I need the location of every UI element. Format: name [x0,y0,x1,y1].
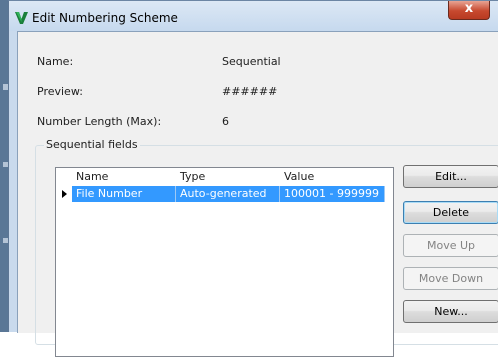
grid-header: Name Type Value [56,168,393,186]
cell-name[interactable]: File Number [72,186,176,202]
name-label: Name: [37,55,74,68]
preview-value: ###### [222,85,278,98]
sequential-fields-group-title: Sequential fields [44,138,140,151]
delete-button[interactable]: Delete [403,201,498,224]
move-down-button[interactable]: Move Down [403,267,498,290]
edit-button[interactable]: Edit... [403,165,498,188]
preview-label: Preview: [37,85,83,98]
app-icon [15,12,28,24]
new-button[interactable]: New... [403,300,498,323]
number-length-label: Number Length (Max): [37,115,162,128]
title-bar[interactable]: Edit Numbering Scheme x [9,1,498,31]
number-length-value: 6 [222,115,229,128]
cell-type[interactable]: Auto-generated [176,186,280,202]
close-button[interactable]: x [448,1,490,20]
grid-row[interactable]: File Number Auto-generated 100001 - 9999… [56,186,393,202]
move-up-button[interactable]: Move Up [403,234,498,257]
column-header-value[interactable]: Value [284,168,314,186]
sequential-fields-grid[interactable]: Name Type Value File Number Auto-generat… [55,167,394,357]
edit-numbering-scheme-dialog: Edit Numbering Scheme x Name: Sequential… [8,0,498,357]
column-header-type[interactable]: Type [180,168,205,186]
cell-value[interactable]: 100001 - 999999 [280,186,385,202]
column-header-name[interactable]: Name [76,168,108,186]
dialog-client-area: Name: Sequential Preview: ###### Number … [17,31,498,357]
current-row-indicator-icon [56,186,72,202]
dialog-title: Edit Numbering Scheme [32,11,178,25]
name-value: Sequential [222,55,281,68]
